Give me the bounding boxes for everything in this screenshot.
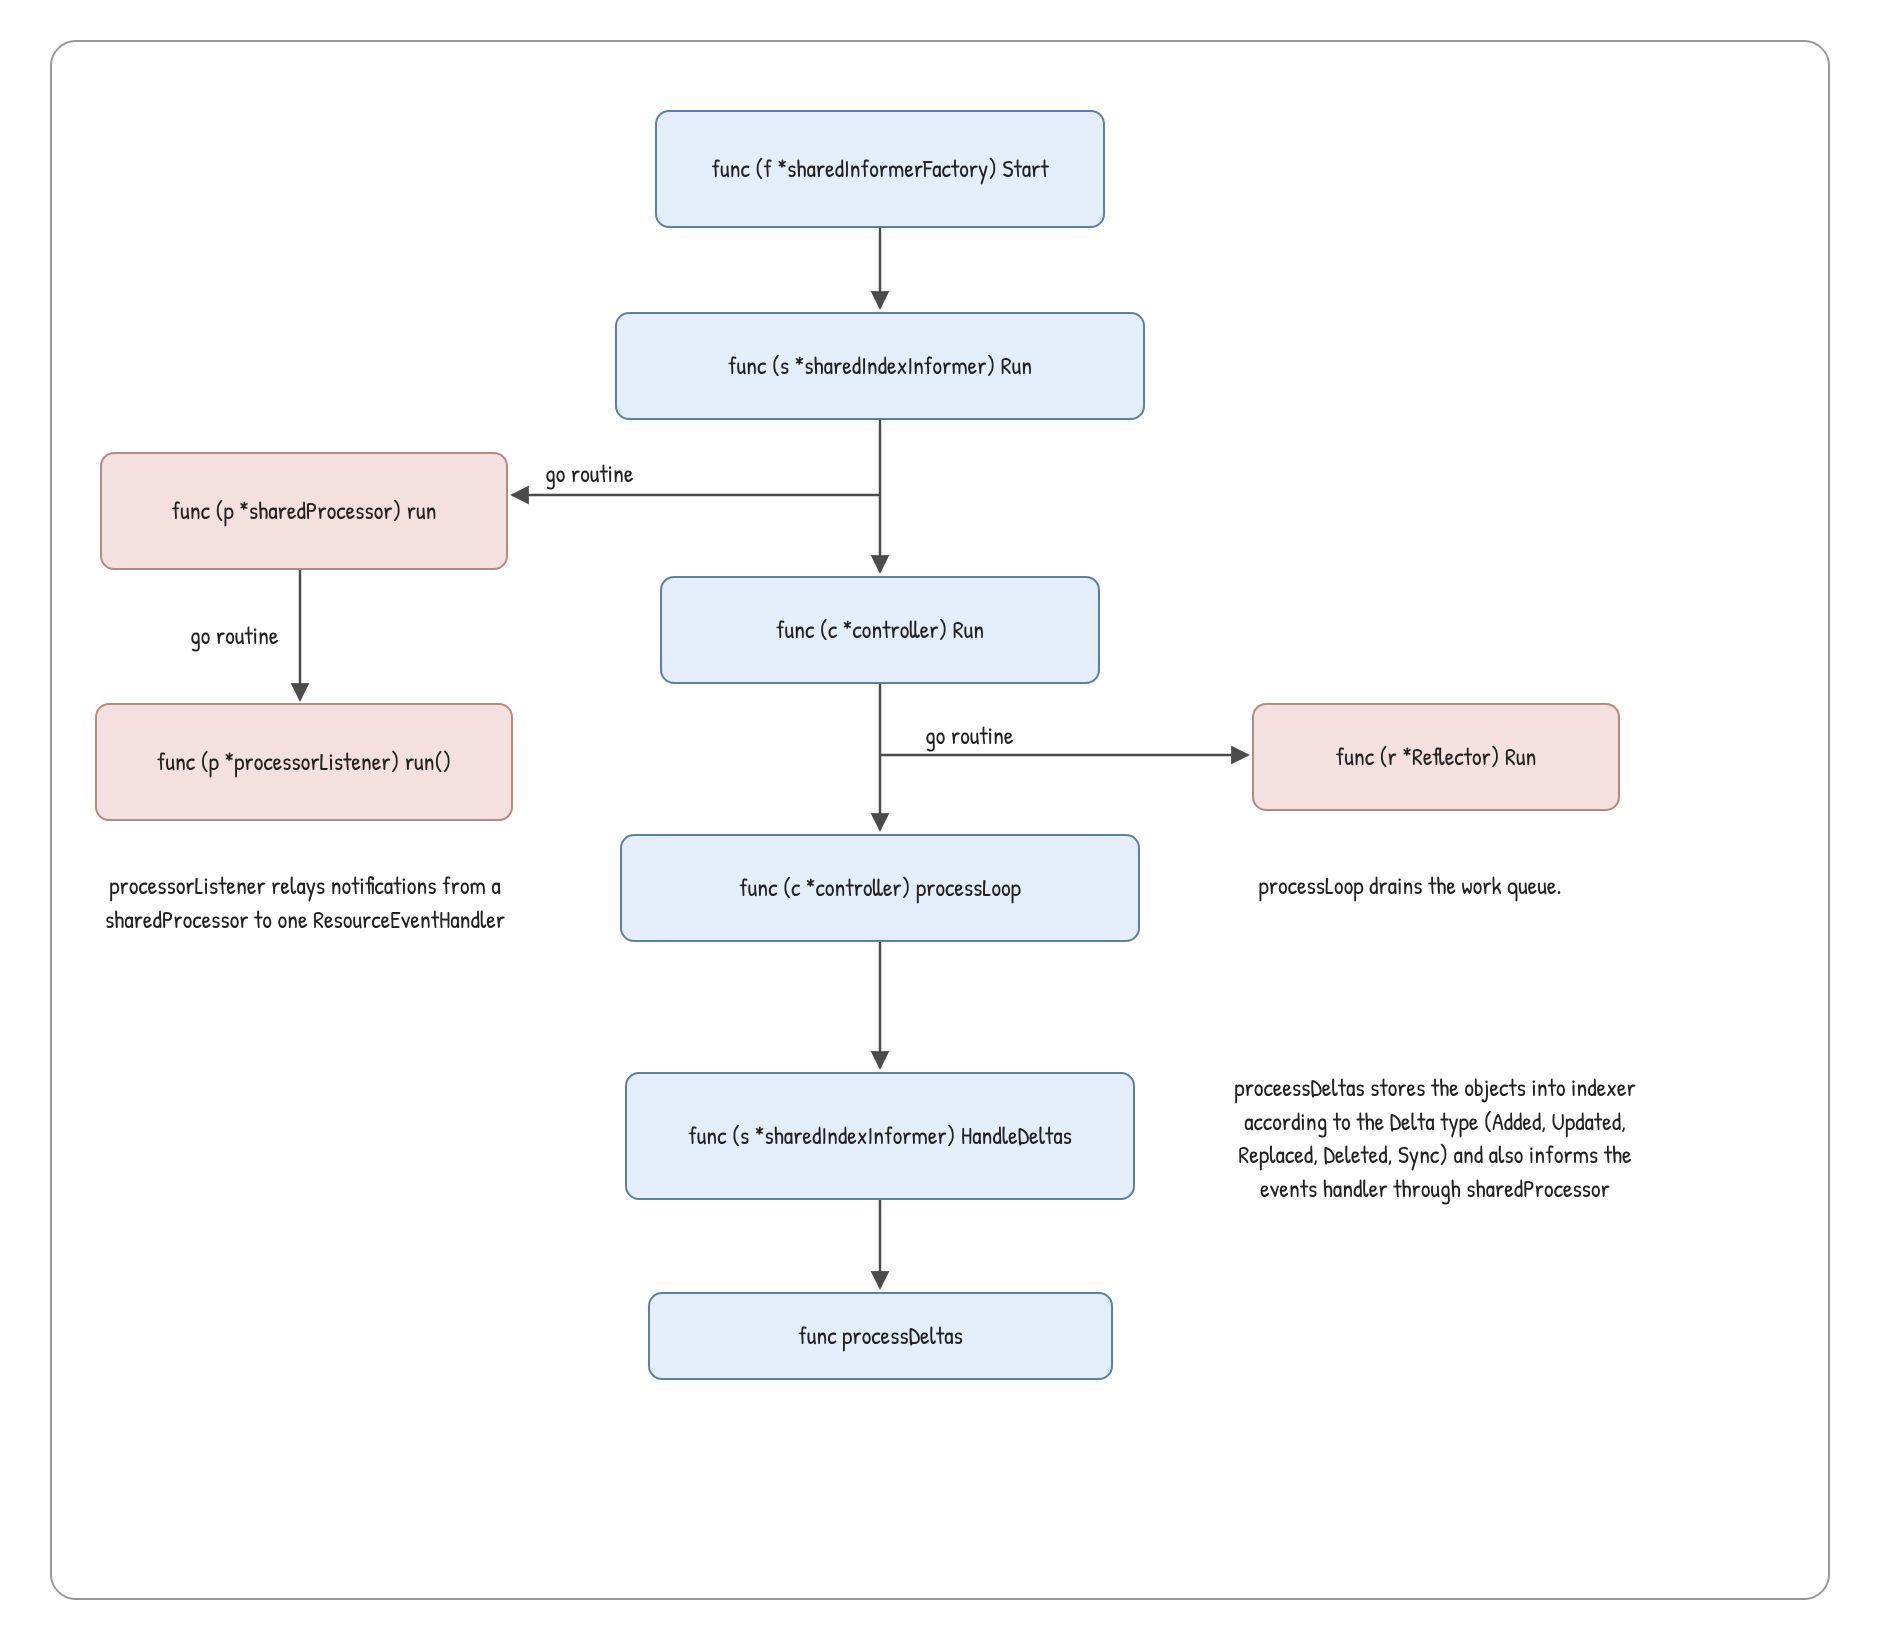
node-processorlistener-run: func (p *processorListener) run(): [95, 703, 513, 821]
node-controller-run: func (c *controller) Run: [660, 576, 1100, 684]
node-processdeltas: func processDeltas: [648, 1292, 1113, 1380]
diagram-canvas: func (f *sharedInformerFactory) Start fu…: [0, 0, 1880, 1636]
node-reflector-run: func (r *Reflector) Run: [1252, 703, 1620, 811]
node-sharedprocessor-run: func (p *sharedProcessor) run: [100, 452, 508, 570]
node-processloop: func (c *controller) processLoop: [620, 834, 1140, 942]
node-sharedindexinformer-run: func (s *sharedIndexInformer) Run: [615, 312, 1145, 420]
node-factory-start: func (f *sharedInformerFactory) Start: [655, 110, 1105, 228]
node-handledeltas: func (s *sharedIndexInformer) HandleDelt…: [625, 1072, 1135, 1200]
note-processorlistener: processorListener relays notifications f…: [95, 870, 515, 937]
edge-label-goroutine-2: go routine: [190, 620, 278, 652]
note-processloop: processLoop drains the work queue.: [1235, 870, 1585, 904]
edge-label-goroutine-1: go routine: [545, 458, 633, 490]
note-processdeltas: proceessDeltas stores the objects into i…: [1220, 1072, 1650, 1206]
edge-label-goroutine-3: go routine: [925, 720, 1013, 752]
